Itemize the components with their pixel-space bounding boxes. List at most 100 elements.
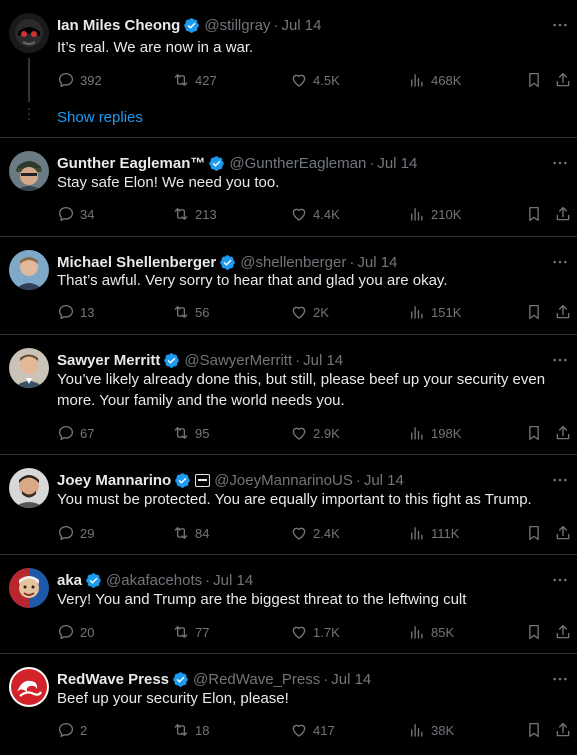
affiliation-badge-icon[interactable] — [195, 473, 211, 487]
share-button[interactable] — [554, 70, 572, 90]
reply-button[interactable]: 2 — [57, 720, 87, 740]
verified-badge-icon[interactable] — [183, 17, 200, 34]
verified-badge-icon[interactable] — [174, 472, 191, 489]
display-name[interactable]: Sawyer Merritt — [57, 352, 160, 369]
repost-button[interactable]: 427 — [172, 70, 217, 90]
bookmark-button[interactable] — [525, 523, 543, 543]
avatar[interactable] — [9, 568, 49, 608]
verified-badge-icon[interactable] — [163, 352, 180, 369]
bookmark-button[interactable] — [525, 302, 543, 322]
share-button[interactable] — [554, 204, 572, 224]
repost-button[interactable]: 95 — [172, 423, 209, 443]
like-button[interactable]: 1.7K — [290, 622, 340, 642]
username-handle[interactable]: @RedWave_Press — [193, 671, 320, 688]
more-options-icon[interactable] — [551, 571, 569, 589]
verified-badge-icon[interactable] — [219, 254, 236, 271]
more-options-icon[interactable] — [551, 253, 569, 271]
avatar[interactable] — [9, 468, 49, 508]
more-options-icon[interactable] — [551, 16, 569, 34]
timestamp[interactable]: Jul 14 — [364, 472, 404, 489]
tweet[interactable]: Show replies Ian Miles Cheong @stillgray · J… — [0, 0, 577, 138]
avatar[interactable] — [9, 250, 49, 290]
share-button[interactable] — [554, 523, 572, 543]
share-button[interactable] — [554, 720, 572, 740]
username-handle[interactable]: @GuntherEagleman — [229, 155, 366, 172]
timestamp[interactable]: Jul 14 — [357, 254, 397, 271]
like-button[interactable]: 4.4K — [290, 204, 340, 224]
views-button[interactable]: 468K — [408, 70, 461, 90]
username-handle[interactable]: @akafacehots — [106, 572, 202, 589]
timestamp[interactable]: Jul 14 — [377, 155, 417, 172]
views-button[interactable]: 198K — [408, 423, 461, 443]
verified-badge-icon[interactable] — [172, 671, 189, 688]
like-button[interactable]: 2K — [290, 302, 329, 322]
verified-badge-icon[interactable] — [208, 155, 225, 172]
repost-button[interactable]: 18 — [172, 720, 209, 740]
like-button[interactable]: 4.5K — [290, 70, 340, 90]
share-button[interactable] — [554, 622, 572, 642]
display-name[interactable]: Gunther Eagleman™ — [57, 155, 205, 172]
username-handle[interactable]: @stillgray — [204, 17, 270, 34]
username-handle[interactable]: @SawyerMerritt — [184, 352, 292, 369]
reply-button[interactable]: 29 — [57, 523, 94, 543]
bookmark-button[interactable] — [525, 622, 543, 642]
heart-icon — [290, 623, 308, 641]
avatar[interactable] — [9, 151, 49, 191]
repost-button[interactable]: 77 — [172, 622, 209, 642]
timestamp[interactable]: Jul 14 — [213, 572, 253, 589]
timestamp[interactable]: Jul 14 — [303, 352, 343, 369]
views-button[interactable]: 38K — [408, 720, 454, 740]
share-button[interactable] — [554, 302, 572, 322]
reply-button[interactable]: 392 — [57, 70, 102, 90]
separator-dot: · — [349, 253, 355, 271]
show-replies-link[interactable]: Show replies — [57, 109, 143, 126]
tweet-header: aka @akafacehots · Jul 14 — [57, 571, 253, 589]
repost-button[interactable]: 56 — [172, 302, 209, 322]
views-button[interactable]: 85K — [408, 622, 454, 642]
views-button[interactable]: 151K — [408, 302, 461, 322]
avatar[interactable] — [9, 13, 49, 53]
repost-button[interactable]: 84 — [172, 523, 209, 543]
share-button[interactable] — [554, 423, 572, 443]
thread-dots — [28, 108, 30, 123]
more-options-icon[interactable] — [551, 154, 569, 172]
timestamp[interactable]: Jul 14 — [331, 671, 371, 688]
tweet-actions: 392 427 4.5K 468K — [57, 70, 577, 90]
tweet[interactable]: aka @akafacehots · Jul 14 Very! You and Trum… — [0, 555, 577, 654]
verified-badge-icon[interactable] — [85, 572, 102, 589]
username-handle[interactable]: @shellenberger — [240, 254, 346, 271]
reply-button[interactable]: 34 — [57, 204, 94, 224]
like-button[interactable]: 2.9K — [290, 423, 340, 443]
display-name[interactable]: Michael Shellenberger — [57, 254, 216, 271]
reply-button[interactable]: 13 — [57, 302, 94, 322]
bookmark-button[interactable] — [525, 204, 543, 224]
tweet-header: Michael Shellenberger @shellenberger · Jul … — [57, 253, 397, 271]
bookmark-button[interactable] — [525, 70, 543, 90]
views-button[interactable]: 210K — [408, 204, 461, 224]
more-options-icon[interactable] — [551, 471, 569, 489]
timestamp[interactable]: Jul 14 — [281, 17, 321, 34]
display-name[interactable]: Joey Mannarino — [57, 472, 171, 489]
display-name[interactable]: RedWave Press — [57, 671, 169, 688]
reply-icon — [57, 721, 75, 739]
avatar[interactable] — [9, 348, 49, 388]
views-button[interactable]: 111K — [408, 523, 459, 543]
tweet[interactable]: Joey Mannarino @JoeyMannarinoUS · Jul 14 You… — [0, 455, 577, 555]
avatar[interactable] — [9, 667, 49, 707]
username-handle[interactable]: @JoeyMannarinoUS — [214, 472, 353, 489]
display-name[interactable]: aka — [57, 572, 82, 589]
tweet[interactable]: Sawyer Merritt @SawyerMerritt · Jul 14 You’v… — [0, 335, 577, 455]
more-options-icon[interactable] — [551, 670, 569, 688]
more-options-icon[interactable] — [551, 351, 569, 369]
repost-button[interactable]: 213 — [172, 204, 217, 224]
display-name[interactable]: Ian Miles Cheong — [57, 17, 180, 34]
tweet[interactable]: Gunther Eagleman™ @GuntherEagleman · Jul 14… — [0, 138, 577, 237]
tweet[interactable]: Michael Shellenberger @shellenberger · Jul … — [0, 237, 577, 335]
bookmark-button[interactable] — [525, 423, 543, 443]
tweet[interactable]: RedWave Press @RedWave_Press · Jul 14 Beef u… — [0, 654, 577, 755]
reply-button[interactable]: 20 — [57, 622, 94, 642]
bookmark-button[interactable] — [525, 720, 543, 740]
reply-button[interactable]: 67 — [57, 423, 94, 443]
like-button[interactable]: 417 — [290, 720, 335, 740]
like-button[interactable]: 2.4K — [290, 523, 340, 543]
